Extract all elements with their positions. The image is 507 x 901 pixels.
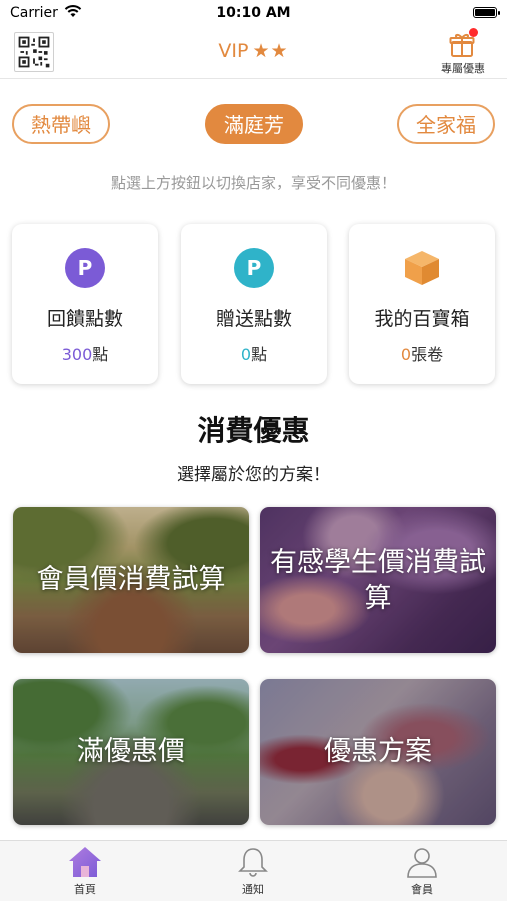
gift-points-card[interactable]: P 贈送點數 0點 (181, 224, 327, 384)
tab-member[interactable]: 會員 (382, 845, 462, 897)
tile-label: 會員價消費試算 (36, 564, 226, 595)
card-value: 300點 (12, 341, 158, 365)
points-p-icon: P (65, 248, 105, 288)
store-button-tropical[interactable]: 熱帶嶼 (12, 104, 110, 144)
treasure-box-icon (405, 251, 439, 285)
store-switch-hint: 點選上方按鈕以切換店家，享受不同優惠！ (110, 174, 396, 192)
points-unit: 點 (92, 345, 109, 364)
tile-label: 滿優惠價 (77, 736, 185, 767)
discount-price-tile[interactable]: 滿優惠價 (13, 679, 249, 825)
tab-home-label: 首頁 (74, 883, 96, 896)
vip-label: VIP (218, 40, 249, 62)
tab-bar: 首頁 通知 會員 (0, 840, 507, 901)
member-price-tile[interactable]: 會員價消費試算 (13, 507, 249, 653)
coupon-count: 0 (400, 345, 412, 364)
card-title: 回饋點數 (46, 308, 123, 330)
notification-dot (469, 28, 478, 37)
status-bar: Carrier 10:10 AM (0, 0, 507, 26)
tab-notify-label: 通知 (242, 883, 264, 896)
points-value: 0 (240, 345, 252, 364)
app-header: VIP ★★ 專屬優惠 (0, 26, 507, 79)
tab-member-label: 會員 (411, 883, 433, 896)
vip-stars: ★★ (252, 40, 289, 62)
store-button-quanjiafu[interactable]: 全家福 (397, 104, 495, 144)
section-title: 消費優惠 (197, 414, 310, 447)
points-value: 300 (61, 345, 93, 364)
battery-icon (473, 7, 500, 18)
card-title: 贈送點數 (215, 308, 292, 330)
bell-icon (238, 848, 268, 877)
section-subtitle: 選擇屬於您的方案！ (177, 465, 330, 485)
card-title: 我的百寶箱 (374, 308, 470, 330)
home-icon (69, 847, 101, 877)
tile-label: 優惠方案 (324, 736, 432, 767)
exclusive-offer-button[interactable]: 專屬優惠 (431, 28, 495, 76)
person-icon (407, 848, 437, 878)
tile-label: 有感學生價消費試算 (270, 547, 486, 614)
offer-plan-tile[interactable]: 優惠方案 (260, 679, 496, 825)
points-unit: 點 (251, 345, 268, 364)
gift-points-p-icon: P (234, 248, 274, 288)
card-value: 0點 (181, 341, 327, 365)
tab-home[interactable]: 首頁 (45, 845, 125, 897)
clock: 10:10 AM (216, 5, 291, 21)
student-price-tile[interactable]: 有感學生價消費試算 (260, 507, 496, 653)
card-value: 0張卷 (349, 341, 495, 365)
treasure-box-card[interactable]: 我的百寶箱 0張卷 (349, 224, 495, 384)
exclusive-offer-label: 專屬優惠 (441, 62, 485, 75)
tab-notify[interactable]: 通知 (213, 845, 293, 897)
store-button-mantingfang[interactable]: 滿庭芳 (205, 104, 303, 144)
reward-points-card[interactable]: P 回饋點數 300點 (12, 224, 158, 384)
coupon-unit: 張卷 (411, 345, 444, 364)
